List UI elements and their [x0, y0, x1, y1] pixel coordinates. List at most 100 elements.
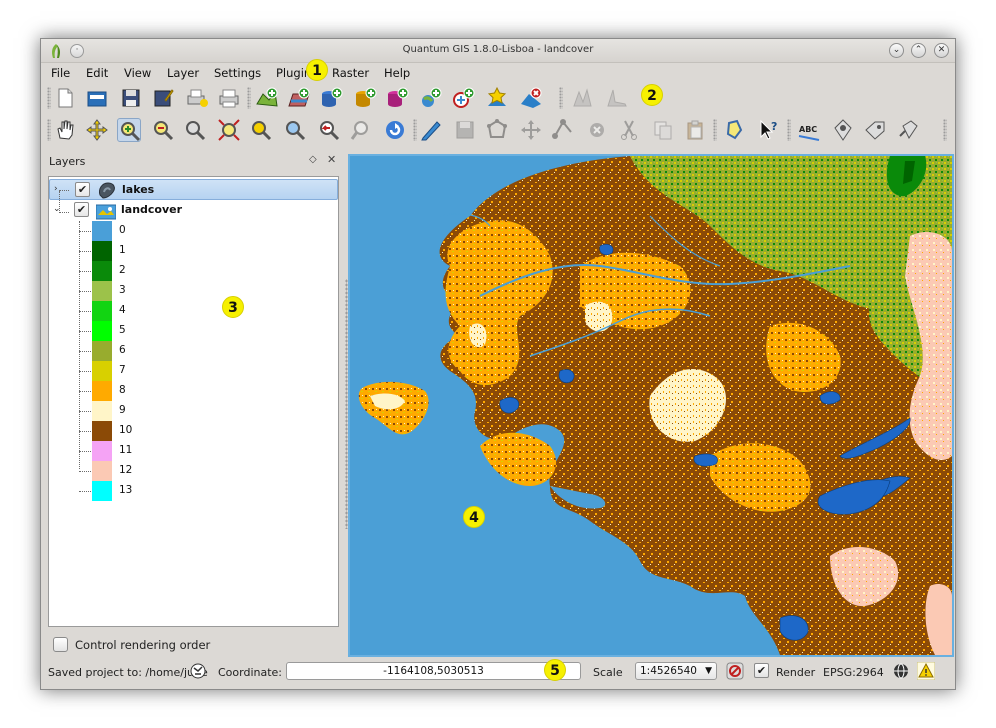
toolbar-handle[interactable]: [943, 119, 947, 141]
zoom-full-icon[interactable]: [217, 118, 241, 142]
menu-file[interactable]: File: [51, 66, 70, 80]
add-mssql-layer-icon[interactable]: [385, 86, 409, 110]
toggle-editing-icon[interactable]: [419, 118, 443, 142]
zoom-in-icon[interactable]: [117, 118, 141, 142]
save-as-icon[interactable]: [151, 86, 175, 110]
float-panel-icon[interactable]: ◇: [309, 154, 317, 165]
expand-icon[interactable]: ›: [54, 184, 58, 194]
tree-connector: [79, 311, 91, 312]
move-feature-icon[interactable]: [519, 118, 543, 142]
toolbar-handle[interactable]: [47, 119, 51, 141]
toolbar-handle[interactable]: [559, 87, 563, 109]
projection-globe-icon[interactable]: [892, 662, 910, 680]
zoom-actual-size-icon[interactable]: [183, 118, 207, 142]
legend-label: 0: [119, 224, 126, 236]
toolbar-handle[interactable]: [413, 119, 417, 141]
toolbar-handle[interactable]: [247, 87, 251, 109]
tree-connector: [79, 431, 91, 432]
toolbar-handle[interactable]: [713, 119, 717, 141]
legend-swatch: [92, 481, 112, 501]
tree-connector: [79, 451, 91, 452]
identify-icon[interactable]: ?: [757, 118, 781, 142]
zoom-last-icon[interactable]: [317, 118, 341, 142]
toolbar-handle[interactable]: [787, 119, 791, 141]
add-wms-layer-icon[interactable]: [419, 86, 443, 110]
raster-local-stretch-icon[interactable]: [605, 86, 629, 110]
menu-settings[interactable]: Settings: [214, 66, 261, 80]
copy-features-icon[interactable]: [651, 118, 675, 142]
menu-view[interactable]: View: [124, 66, 151, 80]
print-icon[interactable]: [217, 86, 241, 110]
coordinate-field[interactable]: -1164108,5030513: [286, 662, 581, 680]
cut-features-icon[interactable]: [617, 118, 641, 142]
layer-visibility-checkbox[interactable]: ✔: [74, 202, 89, 217]
raster-histogram-stretch-icon[interactable]: [571, 86, 595, 110]
add-raster-layer-icon[interactable]: [287, 86, 311, 110]
pan-to-selection-icon[interactable]: [85, 118, 109, 142]
close-panel-icon[interactable]: ✕: [327, 153, 336, 166]
map-canvas[interactable]: [348, 154, 954, 657]
add-feature-icon[interactable]: [485, 118, 509, 142]
legend-item: 13: [49, 481, 249, 501]
delete-selected-icon[interactable]: [585, 118, 609, 142]
layer-tree[interactable]: › ✔ lakes ⌄ ✔ landcover 0 1 2 3 4 5 6 7 …: [48, 176, 339, 627]
add-wfs-layer-icon[interactable]: [451, 86, 475, 110]
node-tool-icon[interactable]: [551, 118, 575, 142]
menu-raster[interactable]: Raster: [332, 66, 369, 80]
save-edits-icon[interactable]: [453, 118, 477, 142]
menu-layer[interactable]: Layer: [167, 66, 199, 80]
legend-label: 5: [119, 324, 126, 336]
callout-3: 3: [222, 296, 244, 318]
minimize-button[interactable]: ⌄: [889, 43, 904, 58]
maximize-button[interactable]: ⌃: [911, 43, 926, 58]
new-shapefile-icon[interactable]: [485, 86, 509, 110]
legend-swatch: [92, 361, 112, 381]
legend-label: 11: [119, 444, 133, 456]
zoom-next-icon[interactable]: [349, 118, 373, 142]
save-project-icon[interactable]: [119, 86, 143, 110]
print-composer-icon[interactable]: [185, 86, 209, 110]
legend-item: 9: [49, 401, 249, 421]
stop-render-icon[interactable]: [726, 662, 744, 680]
pan-icon[interactable]: [53, 118, 77, 142]
legend-item: 3: [49, 281, 249, 301]
legend-swatch: [92, 381, 112, 401]
layer-name-lakes: lakes: [122, 183, 155, 196]
raster-layer-icon: [96, 204, 116, 220]
warning-icon[interactable]: [917, 662, 935, 680]
messages-icon[interactable]: [189, 662, 207, 680]
add-postgis-layer-icon[interactable]: [319, 86, 343, 110]
show-hide-labels-icon[interactable]: [863, 118, 887, 142]
pin-labels-icon[interactable]: [831, 118, 855, 142]
select-features-icon[interactable]: [723, 118, 747, 142]
tree-connector: [79, 411, 91, 412]
label-icon[interactable]: ABC: [797, 118, 821, 142]
zoom-to-layer-icon[interactable]: [283, 118, 307, 142]
menu-edit[interactable]: Edit: [86, 66, 108, 80]
scale-select[interactable]: 1:4526540 ▼: [635, 662, 717, 680]
control-rendering-order-checkbox[interactable]: [53, 637, 68, 652]
tree-connector: [79, 391, 91, 392]
new-project-icon[interactable]: [53, 86, 77, 110]
paste-features-icon[interactable]: [683, 118, 707, 142]
callout-1: 1: [306, 59, 328, 81]
callout-4: 4: [463, 506, 485, 528]
render-checkbox[interactable]: ✔: [754, 663, 769, 678]
menu-help[interactable]: Help: [384, 66, 410, 80]
layer-row-landcover[interactable]: ⌄ ✔ landcover: [49, 200, 338, 221]
toolbar-handle[interactable]: [47, 87, 51, 109]
refresh-icon[interactable]: [383, 118, 407, 142]
legend-swatch: [92, 301, 112, 321]
layer-row-lakes[interactable]: › ✔ lakes: [49, 179, 338, 200]
add-vector-layer-icon[interactable]: [255, 86, 279, 110]
remove-layer-icon[interactable]: [519, 86, 543, 110]
move-label-icon[interactable]: [897, 118, 921, 142]
zoom-out-icon[interactable]: [151, 118, 175, 142]
close-button[interactable]: ✕: [934, 43, 949, 58]
add-spatialite-layer-icon[interactable]: [353, 86, 377, 110]
crs-status[interactable]: EPSG:2964: [823, 666, 884, 679]
open-project-icon[interactable]: [85, 86, 109, 110]
legend-swatch: [92, 321, 112, 341]
zoom-to-selection-icon[interactable]: [249, 118, 273, 142]
layer-visibility-checkbox[interactable]: ✔: [75, 182, 90, 197]
